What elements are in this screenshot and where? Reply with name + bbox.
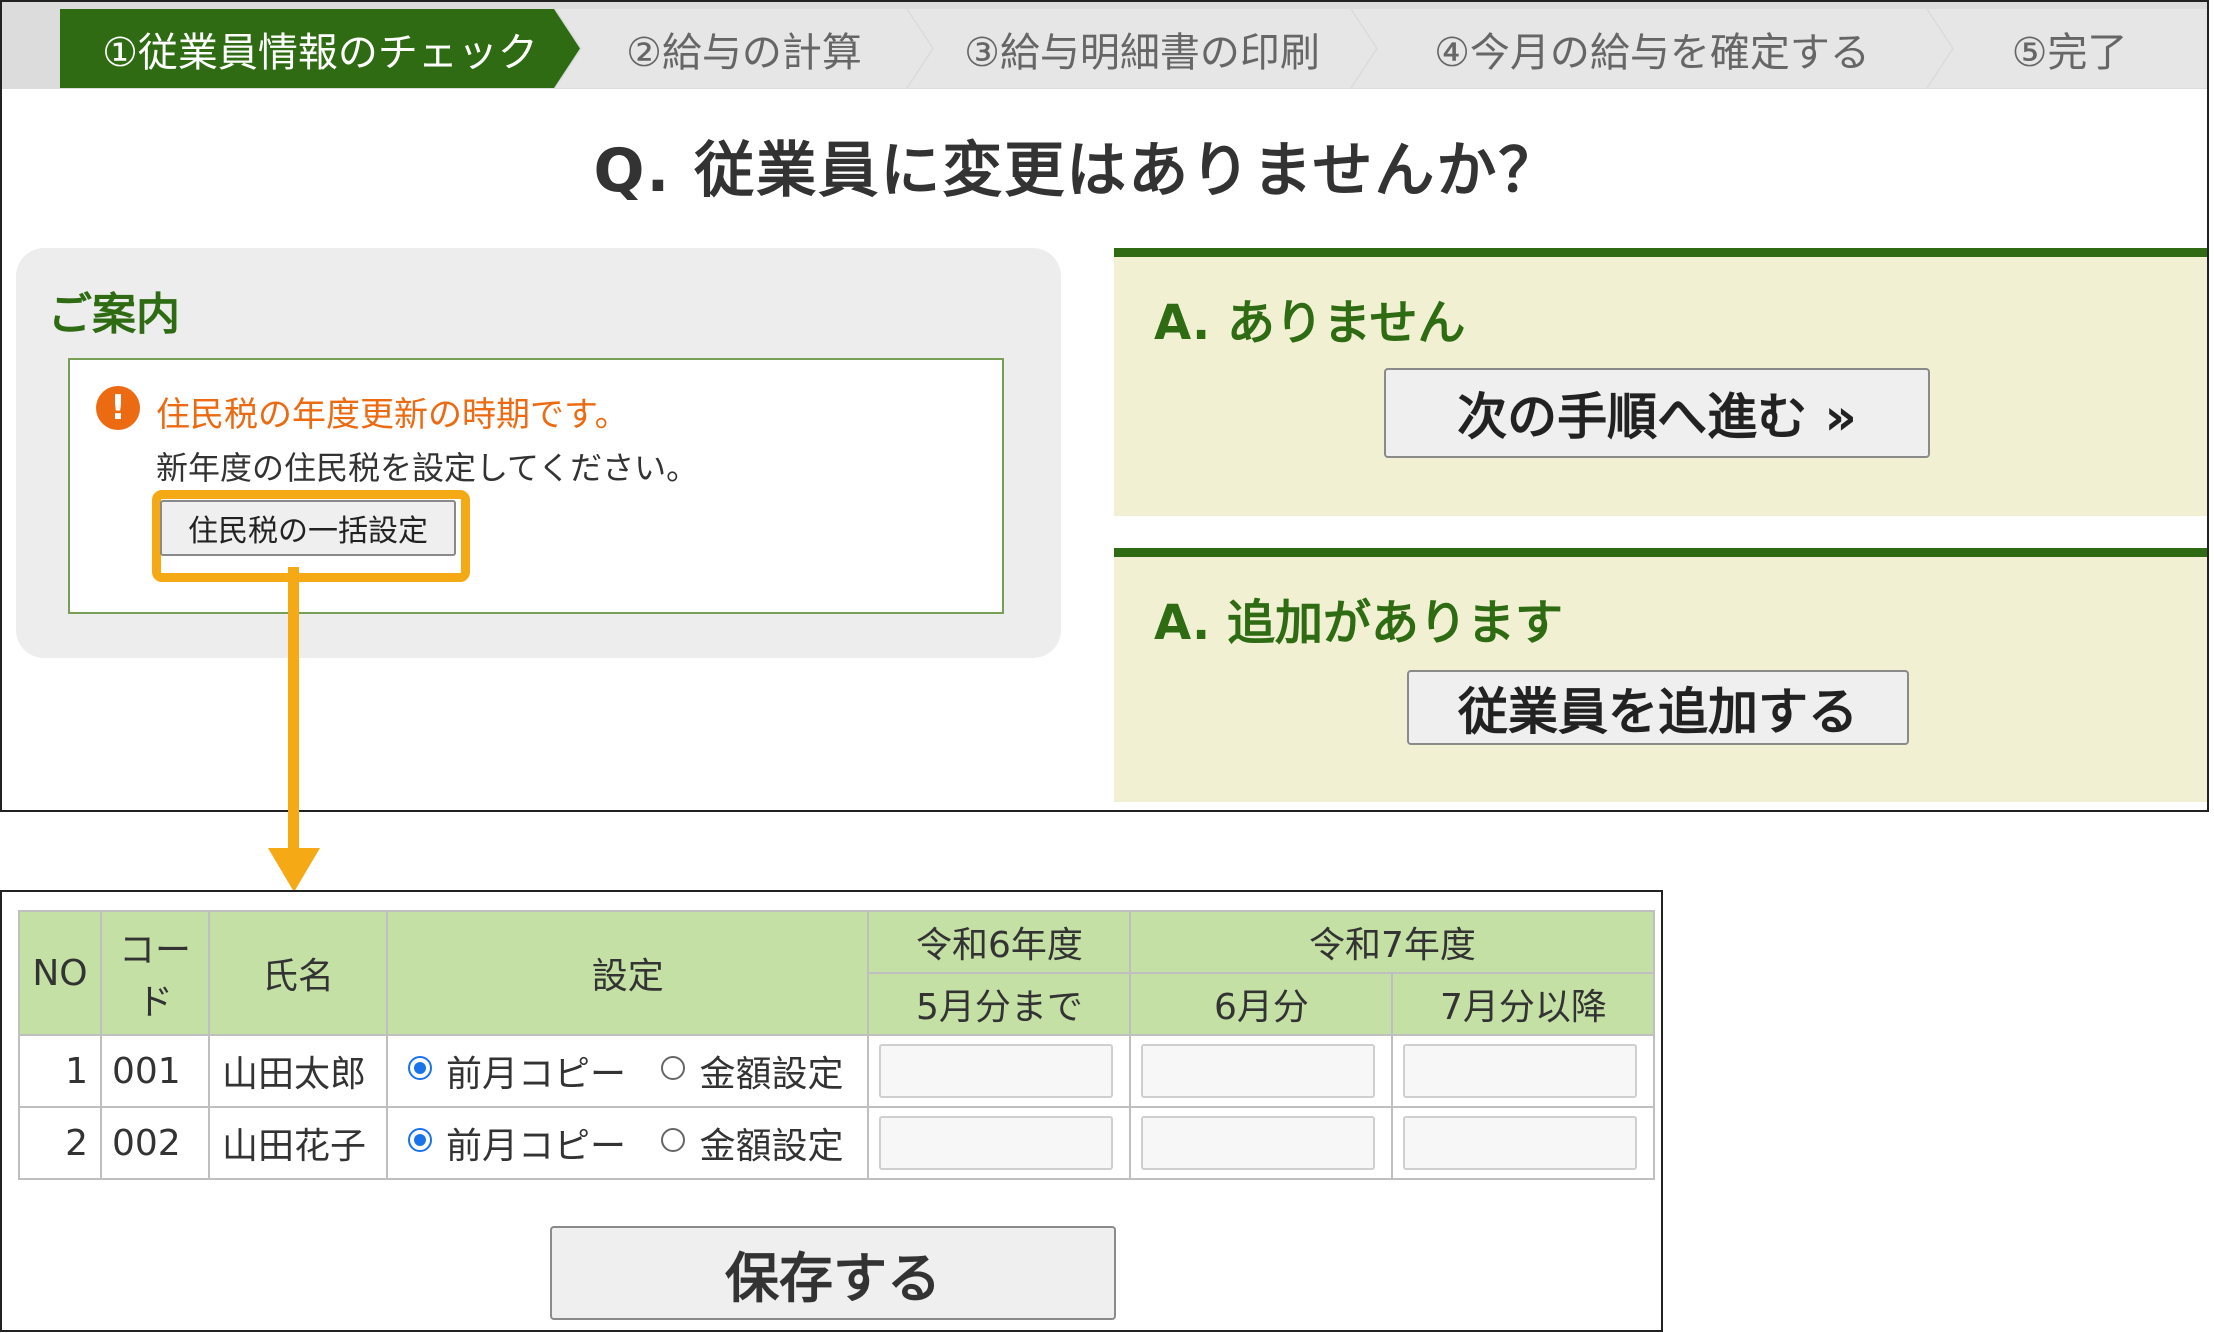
resident-tax-bulk-panel: NO コード 氏名 設定 令和6年度 令和7年度 5月分まで 6月分 7月分以降… bbox=[0, 890, 1663, 1332]
amount-input-july-on[interactable] bbox=[1403, 1116, 1638, 1170]
row-setting: 前月コピー 金額設定 bbox=[385, 1034, 870, 1108]
answer-add-employee: A. 追加があります 従業員を追加する bbox=[1114, 548, 2207, 802]
radio-copy-label: 前月コピー bbox=[446, 1054, 627, 1095]
row-code: 002 bbox=[100, 1106, 210, 1180]
notice-title: 住民税の年度更新の時期です。 bbox=[156, 395, 629, 435]
save-button[interactable]: 保存する bbox=[550, 1226, 1116, 1320]
cell-july-on bbox=[1391, 1034, 1656, 1108]
table-row: 2 002 山田花子 前月コピー 金額設定 bbox=[18, 1106, 1656, 1180]
resident-tax-notice: ! 住民税の年度更新の時期です。 新年度の住民税を設定してください。 住民税の一… bbox=[68, 358, 1004, 614]
col-header-setting: 設定 bbox=[385, 910, 870, 1036]
step-2-salary-calculation[interactable]: ②給与の計算 bbox=[556, 9, 932, 88]
radio-copy-previous[interactable] bbox=[408, 1056, 432, 1080]
col-header-no: NO bbox=[18, 910, 102, 1036]
col-header-until-may: 5月分まで bbox=[867, 972, 1132, 1036]
radio-copy-previous[interactable] bbox=[408, 1128, 432, 1152]
cell-until-may bbox=[867, 1034, 1132, 1108]
row-setting: 前月コピー 金額設定 bbox=[385, 1106, 870, 1180]
cell-june bbox=[1129, 1034, 1394, 1108]
amount-input-july-on[interactable] bbox=[1403, 1044, 1638, 1098]
radio-copy-label: 前月コピー bbox=[446, 1126, 627, 1167]
guide-box: ご案内 ! 住民税の年度更新の時期です。 新年度の住民税を設定してください。 住… bbox=[16, 248, 1061, 658]
col-header-reiwa7: 令和7年度 bbox=[1129, 910, 1656, 974]
payroll-wizard-panel: ①従業員情報のチェック ②給与の計算 ③給与明細書の印刷 ④今月の給与を確定する… bbox=[0, 0, 2209, 812]
step-5-complete[interactable]: ⑤完了 bbox=[1928, 9, 2207, 88]
answer-no-change-title: A. ありません bbox=[1154, 295, 1466, 351]
answer-no-change: A. ありません 次の手順へ進む » bbox=[1114, 248, 2207, 516]
amount-input-june[interactable] bbox=[1141, 1044, 1376, 1098]
col-header-june: 6月分 bbox=[1129, 972, 1394, 1036]
arrow-down-icon bbox=[268, 848, 320, 892]
cell-june bbox=[1129, 1106, 1394, 1180]
amount-input-until-may[interactable] bbox=[879, 1044, 1114, 1098]
col-header-july-on: 7月分以降 bbox=[1391, 972, 1656, 1036]
answer-add-title: A. 追加があります bbox=[1154, 595, 1563, 651]
col-header-code: コード bbox=[100, 910, 210, 1036]
step-4-confirm-salary[interactable]: ④今月の給与を確定する bbox=[1352, 9, 1952, 88]
cell-until-may bbox=[867, 1106, 1132, 1180]
resident-tax-bulk-setting-button[interactable]: 住民税の一括設定 bbox=[160, 500, 456, 556]
resident-tax-table: NO コード 氏名 設定 令和6年度 令和7年度 5月分まで 6月分 7月分以降… bbox=[18, 910, 1656, 1180]
radio-amount-label: 金額設定 bbox=[699, 1126, 844, 1167]
col-header-name: 氏名 bbox=[208, 910, 388, 1036]
exclamation-circle-icon: ! bbox=[96, 386, 140, 430]
step-3-payslip-print[interactable]: ③給与明細書の印刷 bbox=[908, 9, 1376, 88]
next-step-button[interactable]: 次の手順へ進む » bbox=[1384, 368, 1930, 458]
row-name: 山田花子 bbox=[208, 1106, 388, 1180]
cell-july-on bbox=[1391, 1106, 1656, 1180]
step-progress-bar: ①従業員情報のチェック ②給与の計算 ③給与明細書の印刷 ④今月の給与を確定する… bbox=[2, 2, 2207, 89]
radio-amount-setting[interactable] bbox=[661, 1056, 686, 1080]
row-no: 1 bbox=[18, 1034, 102, 1108]
amount-input-june[interactable] bbox=[1141, 1116, 1376, 1170]
connector-arrow-line bbox=[288, 567, 299, 857]
guide-title: ご案内 bbox=[48, 289, 180, 340]
question-heading: Q. 従業員に変更はありませんか？ bbox=[593, 136, 1561, 206]
row-name: 山田太郎 bbox=[208, 1034, 388, 1108]
row-no: 2 bbox=[18, 1106, 102, 1180]
col-header-reiwa6: 令和6年度 bbox=[867, 910, 1132, 974]
table-row: 1 001 山田太郎 前月コピー 金額設定 bbox=[18, 1034, 1656, 1108]
radio-amount-label: 金額設定 bbox=[699, 1054, 844, 1095]
notice-body: 新年度の住民税を設定してください。 bbox=[156, 449, 699, 487]
add-employee-button[interactable]: 従業員を追加する bbox=[1407, 670, 1909, 745]
step-1-employee-check[interactable]: ①従業員情報のチェック bbox=[60, 9, 580, 88]
row-code: 001 bbox=[100, 1034, 210, 1108]
radio-amount-setting[interactable] bbox=[661, 1128, 686, 1152]
amount-input-until-may[interactable] bbox=[879, 1116, 1114, 1170]
